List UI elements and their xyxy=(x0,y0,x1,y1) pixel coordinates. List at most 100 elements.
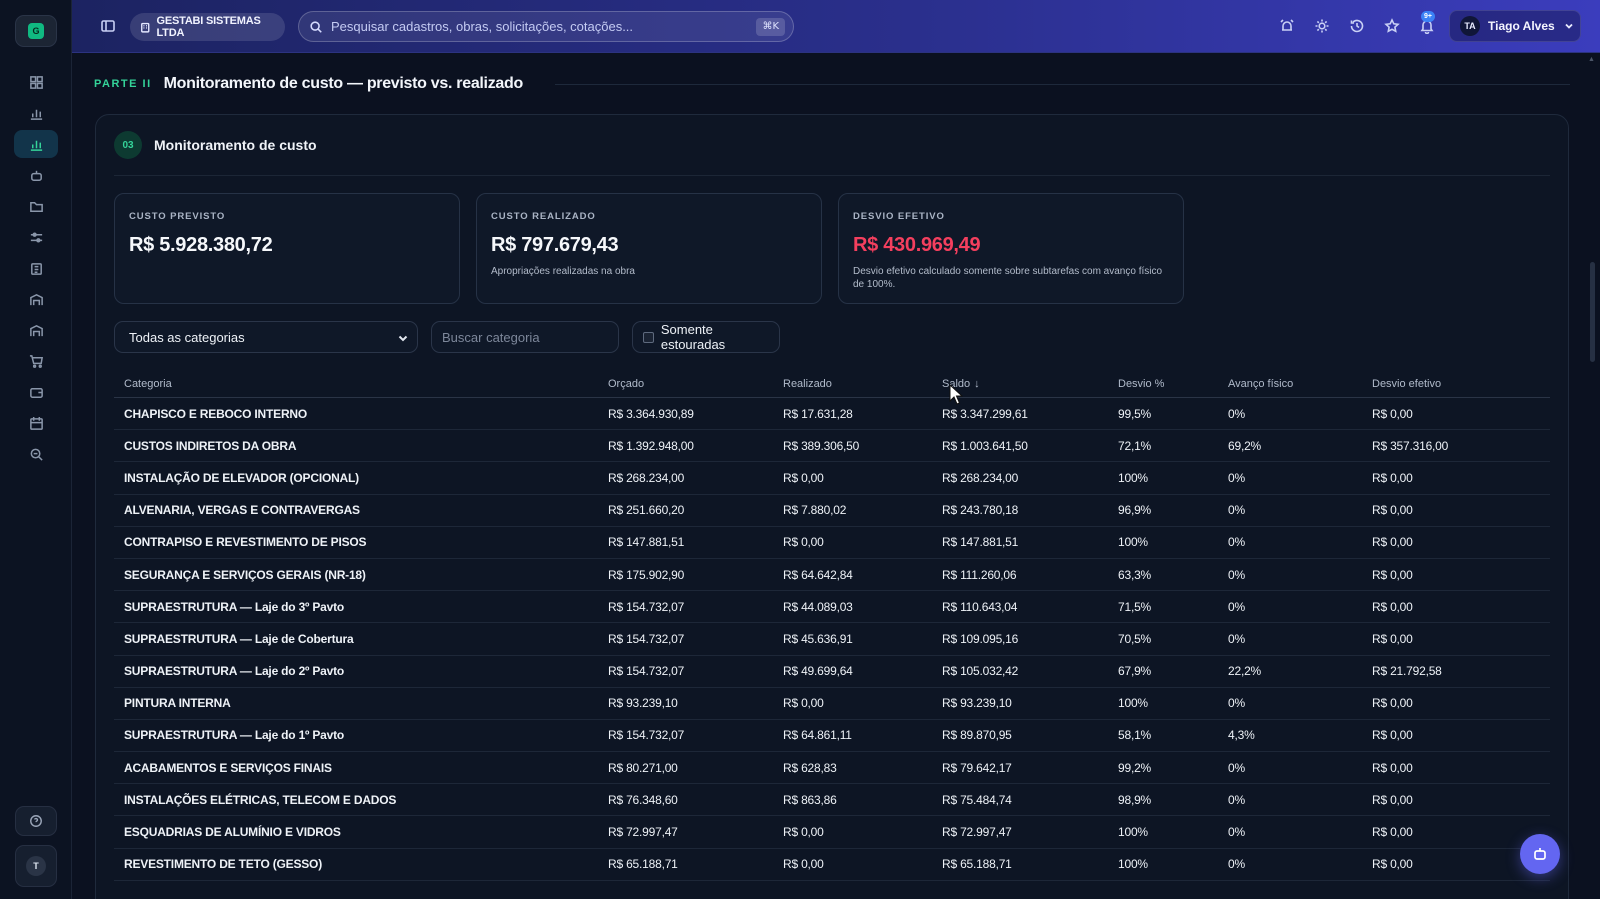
cell-physical-progress: 0% xyxy=(1228,696,1245,711)
sidebar-item-registers[interactable] xyxy=(14,254,58,282)
scroll-up-arrow[interactable]: ▲ xyxy=(1588,56,1595,63)
cell-deviation-pct: 71,5% xyxy=(1118,599,1152,614)
sidebar-item-dashboard[interactable] xyxy=(14,68,58,96)
sliders-icon xyxy=(30,232,42,242)
sidebar-item-purchases[interactable] xyxy=(14,347,58,375)
cell-deviation-pct: 58,1% xyxy=(1118,728,1152,743)
category-select[interactable]: Todas as categorias xyxy=(114,321,418,353)
table-row[interactable]: INSTALAÇÕES ELÉTRICAS, TELECOM E DADOS R$… xyxy=(114,784,1550,817)
cell-balance: R$ 93.239,10 xyxy=(942,696,1012,711)
table-row[interactable]: CHAPISCO E REBOCO INTERNO R$ 3.364.930,89… xyxy=(114,398,1550,431)
search-input[interactable] xyxy=(331,19,751,34)
column-header-budget[interactable]: Orçado xyxy=(608,371,644,397)
table-row[interactable]: ESQUADRIAS DE ALUMÍNIO E VIDROS R$ 72.997… xyxy=(114,816,1550,849)
app-logo[interactable]: G xyxy=(15,15,57,47)
sidebar-item-schedule[interactable] xyxy=(14,409,58,437)
table-row[interactable]: SUPRAESTRUTURA — Laje do 1º Pavto R$ 154.… xyxy=(114,720,1550,753)
history-button[interactable] xyxy=(1349,18,1365,34)
only-overrun-toggle[interactable]: Somente estouradas xyxy=(632,321,780,353)
cell-category: SEGURANÇA E SERVIÇOS GERAIS (NR-18) xyxy=(124,567,366,582)
page-title: Monitoramento de custo — previsto vs. re… xyxy=(163,75,524,92)
cell-deviation-pct: 99,5% xyxy=(1118,406,1152,421)
cell-budget: R$ 147.881,51 xyxy=(608,535,685,550)
cell-actual: R$ 64.642,84 xyxy=(783,567,853,582)
sidebar-toggle-button[interactable] xyxy=(100,18,116,34)
table-row[interactable]: CUSTOS INDIRETOS DA OBRA R$ 1.392.948,00 R… xyxy=(114,430,1550,463)
sidebar-item-settings[interactable] xyxy=(14,223,58,251)
cell-category: SUPRAESTRUTURA — Laje do 1º Pavto xyxy=(124,728,345,743)
table-row[interactable]: SUPRAESTRUTURA — Laje de Cobertura R$ 154… xyxy=(114,623,1550,656)
alarm-button[interactable] xyxy=(1279,18,1295,34)
theme-toggle-button[interactable] xyxy=(1314,18,1330,34)
user-menu-button[interactable]: T xyxy=(15,845,57,887)
column-header-actual[interactable]: Realizado xyxy=(783,371,832,397)
cell-actual: R$ 0,00 xyxy=(783,535,824,550)
table-row[interactable]: REVESTIMENTO DE TETO (GESSO) R$ 65.188,71… xyxy=(114,849,1550,881)
cell-deviation-pct: 99,2% xyxy=(1118,760,1152,775)
user-menu[interactable]: TA Tiago Alves xyxy=(1449,10,1581,42)
cell-balance: R$ 65.188,71 xyxy=(942,857,1012,872)
global-search[interactable]: ⌘K xyxy=(298,11,794,42)
category-select-value: Todas as categorias xyxy=(129,329,245,345)
cell-budget: R$ 76.348,60 xyxy=(608,792,678,807)
card-planned-cost: CUSTO PREVISTO R$ 5.928.380,72 xyxy=(114,193,460,304)
cell-balance: R$ 110.643,04 xyxy=(942,599,1018,614)
table-row[interactable]: SUPRAESTRUTURA — Laje do 3º Pavto R$ 154.… xyxy=(114,591,1550,624)
cell-category: CONTRAPISO E REVESTIMENTO DE PISOS xyxy=(124,535,367,550)
cell-category: CUSTOS INDIRETOS DA OBRA xyxy=(124,438,297,453)
notification-badge: 9+ xyxy=(1421,11,1435,22)
cell-budget: R$ 72.997,47 xyxy=(608,825,678,840)
sidebar-item-files[interactable] xyxy=(14,192,58,220)
cell-physical-progress: 69,2% xyxy=(1228,438,1262,453)
sidebar-item-reports[interactable] xyxy=(14,99,58,127)
cell-physical-progress: 0% xyxy=(1228,567,1245,582)
section-header: 03 Monitoramento de custo xyxy=(114,131,317,159)
table-row[interactable]: CONTRAPISO E REVESTIMENTO DE PISOS R$ 147… xyxy=(114,527,1550,559)
sidebar-item-finance[interactable] xyxy=(14,378,58,406)
table-row[interactable]: INSTALAÇÃO DE ELEVADOR (OPCIONAL) R$ 268.… xyxy=(114,462,1550,495)
cell-physical-progress: 0% xyxy=(1228,825,1245,840)
cell-budget: R$ 65.188,71 xyxy=(608,857,678,872)
sidebar-item-assistant[interactable] xyxy=(14,161,58,189)
cell-balance: R$ 1.003.641,50 xyxy=(942,438,1028,453)
table-row[interactable]: PINTURA INTERNA R$ 93.239,10 R$ 0,00 R$ 93.… xyxy=(114,688,1550,720)
category-search-input[interactable] xyxy=(442,329,612,345)
assistant-fab-button[interactable] xyxy=(1520,834,1560,874)
column-header-effective-deviation[interactable]: Desvio efetivo xyxy=(1372,371,1441,397)
cell-category: INSTALAÇÕES ELÉTRICAS, TELECOM E DADOS xyxy=(124,792,397,807)
column-header-category[interactable]: Categoria xyxy=(124,371,172,397)
cell-deviation-pct: 100% xyxy=(1118,470,1148,485)
cell-deviation-pct: 72,1% xyxy=(1118,438,1152,453)
column-header-physical-progress[interactable]: Avanço físico xyxy=(1228,371,1293,397)
table-row[interactable]: ACABAMENTOS E SERVIÇOS FINAIS R$ 80.271,0… xyxy=(114,752,1550,785)
part-header: PARTE II Monitoramento de custo — previs… xyxy=(94,74,1570,94)
table-row[interactable]: SUPRAESTRUTURA — Laje do 2º Pavto R$ 154.… xyxy=(114,656,1550,688)
scrollbar-thumb[interactable] xyxy=(1590,262,1595,362)
help-button[interactable] xyxy=(15,806,57,836)
robot-icon xyxy=(30,170,42,181)
cell-category: ALVENARIA, VERGAS E CONTRAVERGAS xyxy=(124,503,360,518)
section-title: Monitoramento de custo xyxy=(154,137,317,153)
table-row[interactable]: SEGURANÇA E SERVIÇOS GERAIS (NR-18) R$ 17… xyxy=(114,559,1550,592)
avatar: T xyxy=(26,856,46,876)
table-row[interactable]: ALVENARIA, VERGAS E CONTRAVERGAS R$ 251.6… xyxy=(114,495,1550,527)
cell-balance: R$ 75.484,74 xyxy=(942,792,1012,807)
help-circle-icon xyxy=(30,815,42,827)
cell-category: ESQUADRIAS DE ALUMÍNIO E VIDROS xyxy=(124,825,341,840)
cell-balance: R$ 72.997,47 xyxy=(942,825,1012,840)
sidebar-item-warehouse[interactable] xyxy=(14,316,58,344)
company-selector[interactable]: GESTABI SISTEMAS LTDA xyxy=(130,13,285,41)
sidebar-item-cost-monitoring[interactable] xyxy=(14,130,58,158)
sidebar-item-stock[interactable] xyxy=(14,285,58,313)
dashboard-icon xyxy=(29,75,43,89)
only-overrun-checkbox[interactable] xyxy=(643,331,654,343)
cell-actual: R$ 17.631,28 xyxy=(783,406,853,421)
favorites-button[interactable] xyxy=(1384,18,1400,34)
sidebar-item-search[interactable] xyxy=(14,440,58,468)
card-note: Apropriações realizadas na obra xyxy=(491,266,635,277)
folder-icon xyxy=(29,201,43,212)
cell-effective-deviation: R$ 0,00 xyxy=(1372,728,1413,743)
chevron-down-icon xyxy=(1565,23,1573,29)
column-header-deviation-pct[interactable]: Desvio % xyxy=(1118,371,1164,397)
cell-budget: R$ 175.902,90 xyxy=(608,567,685,582)
